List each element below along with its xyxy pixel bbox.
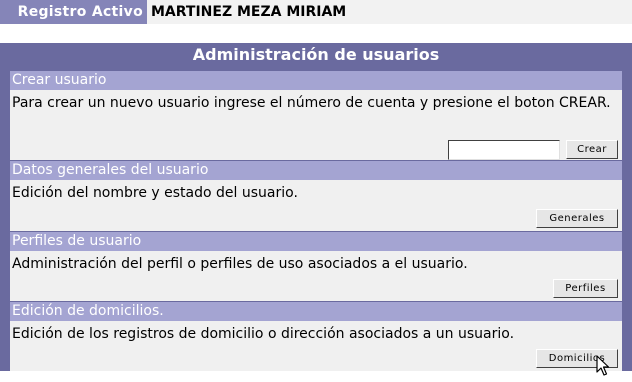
- mouse-pointer-icon: [596, 355, 610, 376]
- user-admin-panel: Administración de usuarios Crear usuario…: [0, 43, 632, 371]
- section-heading-addresses: Edición de domicilios.: [10, 302, 622, 321]
- section-heading-profiles: Perfiles de usuario: [10, 232, 622, 251]
- section-description-addresses: Edición de los registros de domicilio o …: [12, 326, 515, 342]
- active-record-bar: Registro Activo MARTINEZ MEZA MIRIAM: [0, 0, 632, 24]
- panel-title: Administración de usuarios: [192, 45, 440, 64]
- active-record-label: Registro Activo: [0, 0, 147, 24]
- section-body-general-data: Edición del nombre y estado del usuario.…: [10, 180, 622, 231]
- section-body-profiles: Administración del perfil o perfiles de …: [10, 251, 622, 301]
- section-heading-create-user: Crear usuario: [10, 71, 622, 90]
- active-user-name: MARTINEZ MEZA MIRIAM: [151, 4, 347, 20]
- create-button[interactable]: Crear: [566, 140, 618, 159]
- section-description-profiles: Administración del perfil o perfiles de …: [12, 256, 468, 272]
- section-heading-general-data: Datos generales del usuario: [10, 161, 622, 180]
- general-button[interactable]: Generales: [536, 209, 618, 228]
- account-number-input[interactable]: [448, 140, 560, 160]
- section-body-addresses: Edición de los registros de domicilio o …: [10, 321, 622, 371]
- profiles-button[interactable]: Perfiles: [553, 279, 618, 298]
- section-body-create-user: Para crear un nuevo usuario ingrese el n…: [10, 90, 622, 160]
- section-description-create-user: Para crear un nuevo usuario ingrese el n…: [12, 95, 611, 111]
- section-description-general-data: Edición del nombre y estado del usuario.: [12, 185, 298, 201]
